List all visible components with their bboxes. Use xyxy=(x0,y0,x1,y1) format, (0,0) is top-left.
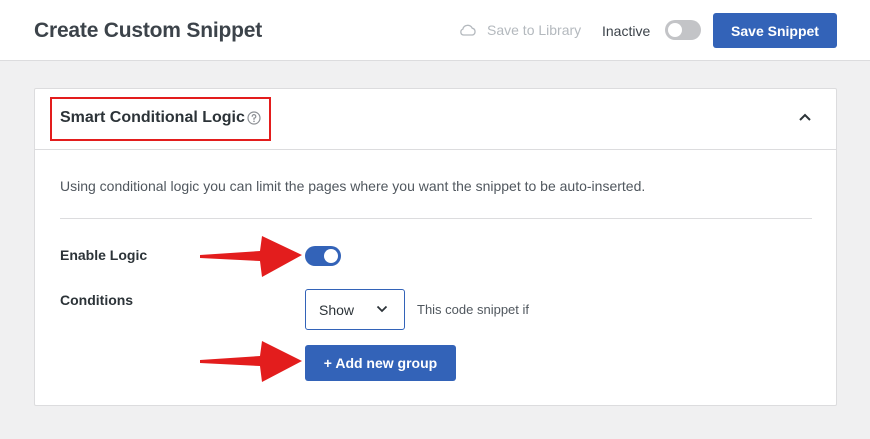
conditions-show-select[interactable]: Show xyxy=(305,289,405,330)
conditional-logic-panel: Smart Conditional Logic Using conditiona… xyxy=(34,88,837,406)
status-label: Inactive xyxy=(602,23,651,39)
toggle-knob xyxy=(668,23,682,37)
enable-logic-label: Enable Logic xyxy=(60,247,148,263)
panel-description: Using conditional logic you can limit th… xyxy=(60,178,646,194)
annotation-arrow-icon xyxy=(200,236,302,277)
panel-title: Smart Conditional Logic xyxy=(60,109,245,126)
divider xyxy=(60,218,812,219)
help-icon[interactable] xyxy=(247,111,261,125)
save-to-library-link[interactable]: Save to Library xyxy=(459,22,581,38)
save-snippet-button[interactable]: Save Snippet xyxy=(713,13,837,48)
save-to-library-label: Save to Library xyxy=(487,22,582,38)
toggle-knob xyxy=(324,249,338,263)
select-value: Show xyxy=(319,301,355,318)
page-header: Create Custom Snippet Save to Library In… xyxy=(0,0,870,61)
chevron-up-icon[interactable] xyxy=(798,112,812,122)
conditions-label: Conditions xyxy=(60,292,134,308)
active-toggle[interactable] xyxy=(665,20,701,40)
conditions-suffix-text: This code snippet if xyxy=(417,302,530,317)
enable-logic-toggle[interactable] xyxy=(305,246,341,266)
page-title: Create Custom Snippet xyxy=(34,19,262,42)
cloud-icon xyxy=(460,24,476,36)
annotation-arrow-icon xyxy=(200,341,302,382)
add-new-group-button[interactable]: + Add new group xyxy=(305,345,456,381)
chevron-down-icon xyxy=(376,305,388,313)
panel-header[interactable]: Smart Conditional Logic xyxy=(35,89,836,150)
